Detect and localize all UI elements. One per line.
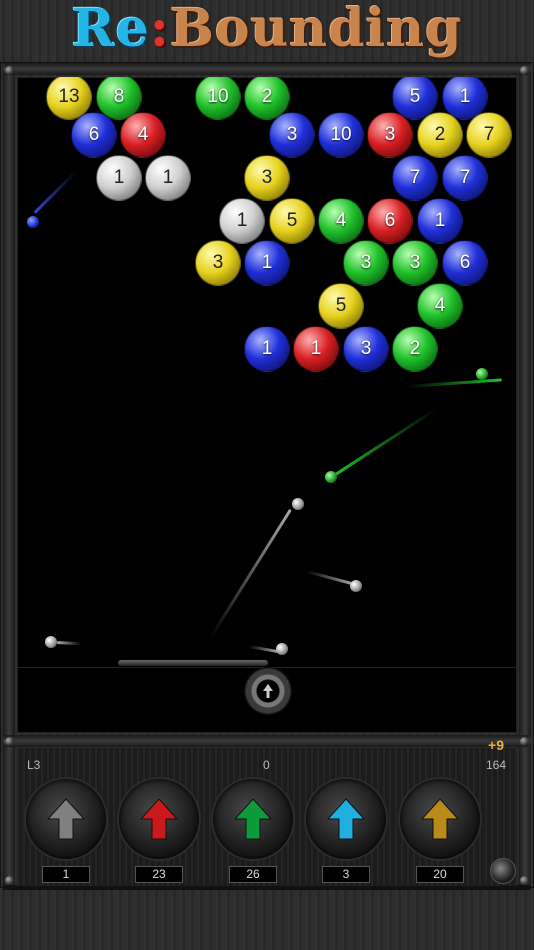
bubble-red: 6 (367, 198, 413, 244)
title-bounding: Bounding (169, 0, 463, 59)
bubble-gray: 1 (96, 155, 142, 201)
bubble-red: 4 (120, 112, 166, 158)
ball-trail (208, 508, 292, 640)
green-ball (325, 471, 337, 483)
ball-trail (406, 378, 502, 388)
bonus-points: +9 (488, 737, 504, 753)
powerup-orange-count: 20 (416, 866, 464, 883)
bolt-icon (5, 737, 14, 746)
bubble-green: 3 (343, 240, 389, 286)
bolt-icon (520, 66, 529, 75)
ball-trail (56, 641, 82, 646)
bubble-green: 2 (392, 326, 438, 372)
bubble-green: 4 (318, 198, 364, 244)
blue-ball (27, 216, 39, 228)
score-right: 164 (486, 758, 507, 772)
powerup-orange-button[interactable] (400, 779, 480, 859)
powerup-cyan-button[interactable] (306, 779, 386, 859)
bubble-yellow: 3 (195, 240, 241, 286)
up-arrow-icon (326, 798, 366, 840)
game-title: Re:Bounding (0, 0, 534, 62)
powerup-red-button[interactable] (119, 779, 199, 859)
bolt-icon (5, 876, 14, 885)
frame-rail-right (519, 63, 531, 885)
ball-trail (33, 169, 79, 214)
playfield[interactable]: 13 8 10 2 5 1 6 4 3 10 3 2 7 1 1 3 7 7 1 5 4 6 1 3 1 3 3 6 5 4 1 1 3 2 (17, 77, 517, 733)
up-arrow-icon (233, 798, 273, 840)
frame-rail-mid (3, 735, 531, 747)
bubble-blue: 1 (244, 326, 290, 372)
bubble-yellow: 2 (417, 112, 463, 158)
up-arrow-icon (420, 798, 460, 840)
silver-ball (45, 636, 57, 648)
bubble-blue: 7 (442, 155, 488, 201)
ball-trail (306, 570, 354, 586)
bubble-green: 10 (195, 77, 241, 120)
silver-ball (292, 498, 304, 510)
level-label: L3 (27, 758, 41, 772)
bubble-yellow: 3 (244, 155, 290, 201)
bubble-green: 4 (417, 283, 463, 329)
green-ball (476, 368, 488, 380)
title-re: Re (71, 0, 150, 59)
bubble-blue: 3 (269, 112, 315, 158)
silver-ball (276, 643, 288, 655)
powerup-gray-button[interactable] (26, 779, 106, 859)
ball-trail (333, 407, 438, 477)
score-center: 0 (263, 758, 270, 772)
bubble-yellow: 7 (466, 112, 512, 158)
ball-trail (248, 645, 279, 654)
up-arrow-icon (139, 798, 179, 840)
bubble-green: 3 (392, 240, 438, 286)
up-arrow-icon (46, 798, 86, 840)
bubble-yellow: 5 (269, 198, 315, 244)
title-colon: : (149, 0, 170, 59)
bubble-blue: 6 (442, 240, 488, 286)
settings-knob-icon[interactable] (490, 858, 516, 884)
bubble-yellow: 5 (318, 283, 364, 329)
frame-rail-top (3, 63, 531, 75)
bubble-blue: 6 (71, 112, 117, 158)
bubble-blue: 3 (343, 326, 389, 372)
bubble-blue: 7 (392, 155, 438, 201)
powerup-green-button[interactable] (213, 779, 293, 859)
bolt-icon (520, 876, 529, 885)
shooter-icon[interactable] (244, 667, 292, 715)
bolt-icon (520, 737, 529, 746)
silver-ball (350, 580, 362, 592)
aim-bar (118, 660, 268, 666)
bolt-icon (5, 66, 14, 75)
aim-arrow-icon (263, 684, 273, 698)
powerup-green-count: 26 (229, 866, 277, 883)
powerup-red-count: 23 (135, 866, 183, 883)
bubble-blue: 1 (244, 240, 290, 286)
powerup-cyan-count: 3 (322, 866, 370, 883)
bubble-gray: 1 (219, 198, 265, 244)
powerup-gray-count: 1 (42, 866, 90, 883)
bubble-blue: 1 (417, 198, 463, 244)
bubble-red: 3 (367, 112, 413, 158)
bubble-blue: 10 (318, 112, 364, 158)
bubble-red: 1 (293, 326, 339, 372)
frame-rail-left (3, 63, 15, 885)
bubble-gray: 1 (145, 155, 191, 201)
